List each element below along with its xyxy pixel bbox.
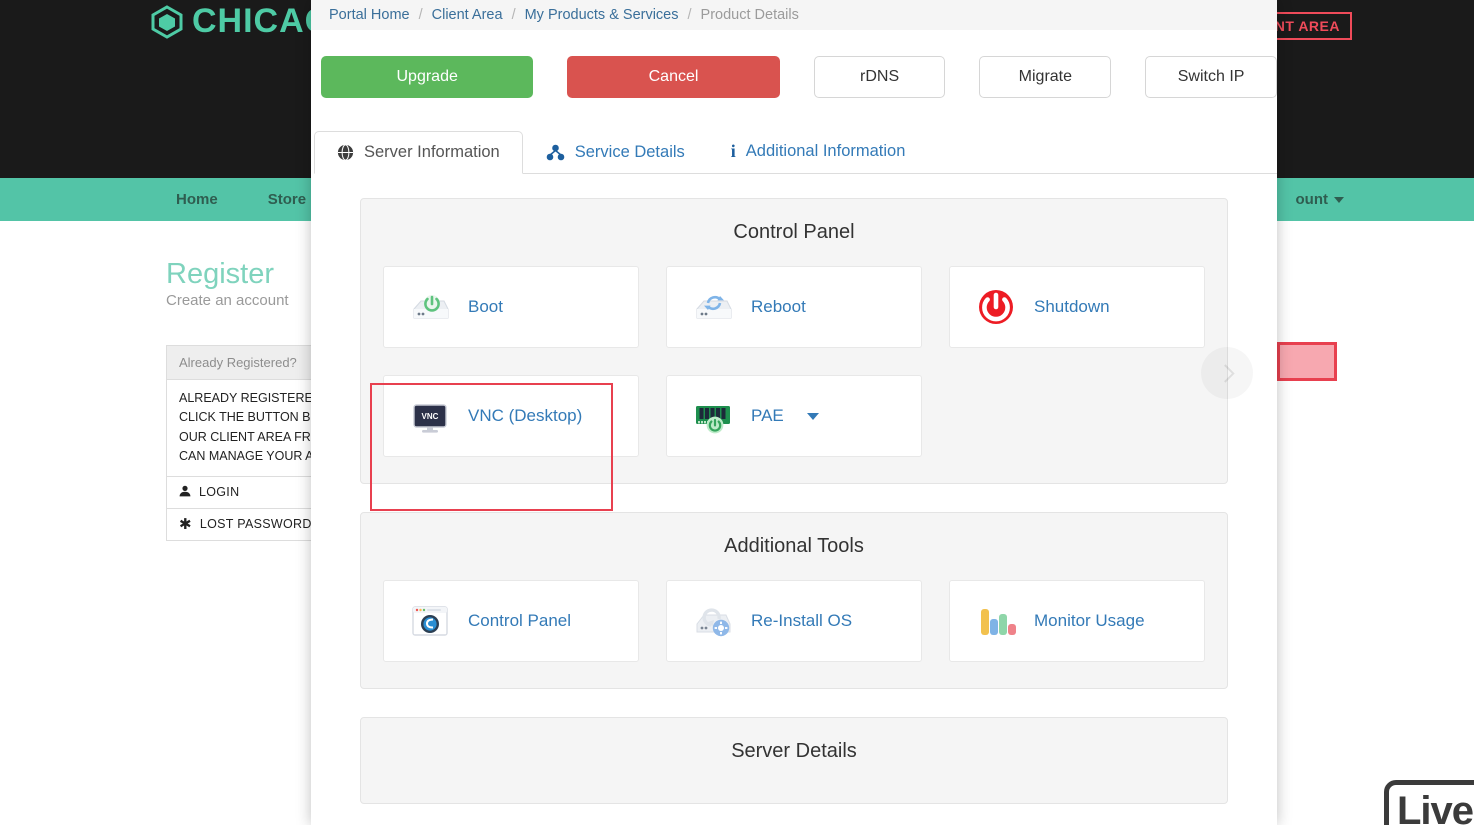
power-off-red-icon [974,285,1018,329]
tile-reboot-label: Reboot [751,297,806,317]
breadcrumb-item-client-area[interactable]: Client Area [432,7,503,23]
chevron-down-icon[interactable] [807,413,819,420]
chevron-down-icon [1334,197,1344,203]
section-server-details-title: Server Details [383,740,1205,763]
live-chat-widget[interactable]: Live ● [1384,780,1474,825]
reinstall-os-icon [691,599,735,643]
tile-reinstall-os-label: Re-Install OS [751,611,852,631]
tab-service-details-label: Service Details [575,143,685,162]
globe-icon [337,144,354,161]
sitemap-icon [546,144,565,161]
tile-placeholder [949,375,1205,457]
section-additional-tools-title: Additional Tools [383,535,1205,558]
live-chat-label: Live [1397,789,1473,825]
site-logo[interactable]: CHICAG [150,2,332,41]
tab-bar: Server Information Service Details i Add… [314,130,1277,174]
chevron-right-icon [1216,364,1234,382]
migrate-button[interactable]: Migrate [979,56,1111,98]
svg-text:VNC: VNC [422,412,439,421]
section-control-panel: Control Panel [360,198,1228,484]
user-icon [179,485,191,500]
tile-vnc-desktop-label: VNC (Desktop) [468,406,582,426]
tile-boot-label: Boot [468,297,503,317]
rdns-button[interactable]: rDNS [814,56,946,98]
tile-control-panel-label: Control Panel [468,611,571,631]
register-heading: Register [166,258,274,291]
nav-item-account[interactable]: ount [1296,191,1474,208]
tile-shutdown[interactable]: Shutdown [949,266,1205,348]
tab-additional-information-label: Additional Information [746,142,906,161]
breadcrumb-separator: / [688,7,692,23]
breadcrumb: Portal Home / Client Area / My Products … [311,0,1277,30]
tile-pae-label: PAE [751,406,784,426]
additional-tools-tile-grid: Control Panel [383,580,1205,662]
tab-service-details[interactable]: Service Details [523,131,708,174]
vnc-monitor-icon: VNC [408,394,452,438]
tab-additional-information[interactable]: i Additional Information [708,129,929,174]
panel-row-login-label: LOGIN [199,485,239,499]
tile-boot[interactable]: Boot [383,266,639,348]
tile-control-panel[interactable]: Control Panel [383,580,639,662]
tile-vnc-desktop[interactable]: VNC VNC (Desktop) [383,375,639,457]
breadcrumb-separator: / [419,7,423,23]
server-reboot-icon [691,285,735,329]
tile-shutdown-label: Shutdown [1034,297,1110,317]
tile-pae[interactable]: PAE [666,375,922,457]
tile-monitor-usage-label: Monitor Usage [1034,611,1145,631]
server-boot-icon [408,285,452,329]
cube-logo-icon [150,5,184,39]
screen: CHICAG ENT AREA Home Store ount Register… [0,0,1474,825]
highlighted-region-right [1277,342,1337,381]
panel-row-lost-password-label: LOST PASSWORD [200,517,312,531]
nav-item-home[interactable]: Home [176,191,218,208]
nav-item-store[interactable]: Store [268,191,306,208]
breadcrumb-separator: / [512,7,516,23]
register-subheading: Create an account [166,292,289,309]
tab-server-information[interactable]: Server Information [314,131,523,174]
carousel-next-button[interactable] [1201,347,1253,399]
tab-panel-server-information: Control Panel [311,174,1277,804]
product-details-modal: Portal Home / Client Area / My Products … [311,0,1277,825]
tile-monitor-usage[interactable]: Monitor Usage [949,580,1205,662]
section-server-details: Server Details [360,717,1228,804]
browser-window-icon [408,599,452,643]
upgrade-button[interactable]: Upgrade [321,56,533,98]
section-control-panel-title: Control Panel [383,221,1205,244]
info-icon: i [731,141,736,162]
breadcrumb-item-portal-home[interactable]: Portal Home [329,7,410,23]
tile-reboot[interactable]: Reboot [666,266,922,348]
section-additional-tools: Additional Tools [360,512,1228,689]
cancel-button[interactable]: Cancel [567,56,779,98]
nav-account-label: ount [1296,191,1328,208]
asterisk-icon: ✱ [179,517,192,532]
bar-chart-icon [974,599,1018,643]
breadcrumb-item-my-products-services[interactable]: My Products & Services [525,7,679,23]
breadcrumb-item-product-details: Product Details [701,7,799,23]
switch-ip-button[interactable]: Switch IP [1145,56,1277,98]
tile-reinstall-os[interactable]: Re-Install OS [666,580,922,662]
control-panel-tile-grid: Boot [383,266,1205,457]
tab-server-information-label: Server Information [364,143,500,162]
action-button-row: Upgrade Cancel rDNS Migrate Switch IP [311,30,1277,98]
memory-stick-icon [691,394,735,438]
